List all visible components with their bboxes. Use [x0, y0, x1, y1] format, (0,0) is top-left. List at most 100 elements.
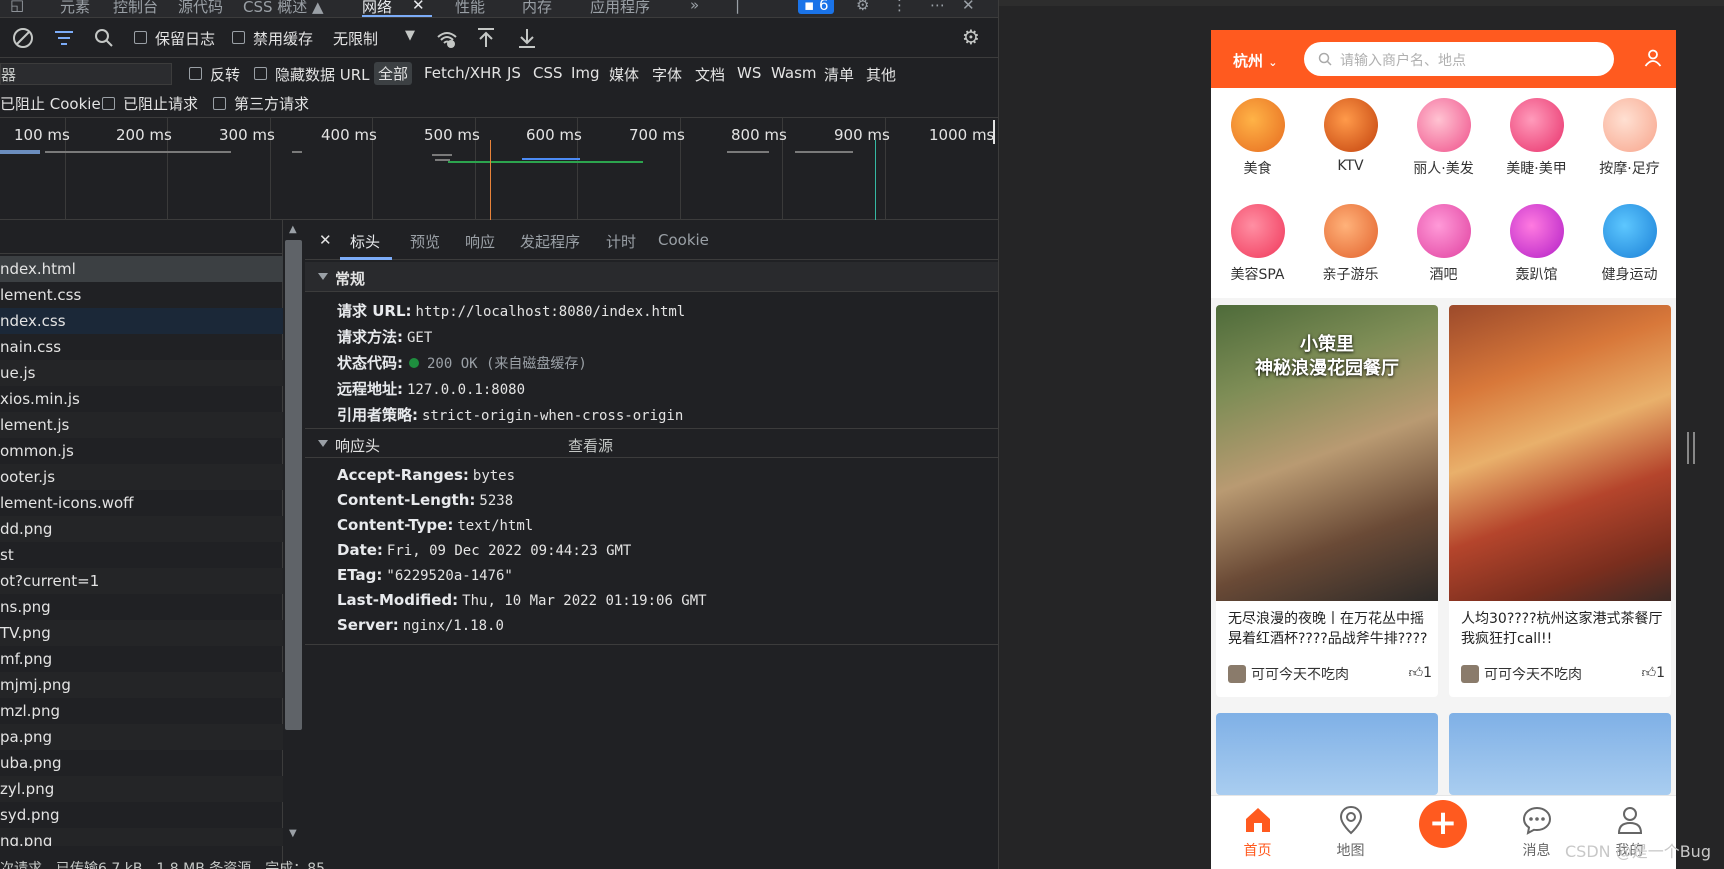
tab-headers[interactable]: 标头: [350, 231, 380, 252]
post-card[interactable]: 人均30????杭州这家港式茶餐厅我疯狂打call!! 可可今天不吃肉 👍︎1: [1449, 305, 1671, 697]
request-row[interactable]: ommon.js: [0, 438, 283, 464]
category-fitness[interactable]: 健身运动: [1583, 194, 1676, 294]
request-row[interactable]: xios.min.js: [0, 386, 283, 412]
tab-console[interactable]: 控制台: [113, 0, 158, 17]
clear-icon[interactable]: [12, 27, 34, 49]
filter-type-manifest[interactable]: 清单: [824, 64, 854, 85]
category-nails[interactable]: 美睫·美甲: [1490, 88, 1583, 188]
export-har-icon[interactable]: [517, 27, 537, 49]
import-har-icon[interactable]: [476, 27, 496, 49]
network-settings-icon[interactable]: ⚙: [962, 27, 980, 47]
close-tab-icon[interactable]: ✕: [412, 0, 425, 14]
search-input[interactable]: 请输入商户名、地点: [1304, 42, 1614, 76]
filter-type-all[interactable]: 全部: [374, 62, 413, 85]
tab-home[interactable]: 首页: [1211, 796, 1304, 869]
request-row[interactable]: lement.js: [0, 412, 283, 438]
request-row[interactable]: zyl.png: [0, 776, 283, 802]
like-button[interactable]: 👍︎1: [1408, 664, 1432, 681]
user-icon[interactable]: [1644, 49, 1662, 67]
filter-type-fetch-xhr[interactable]: Fetch/XHR: [424, 64, 502, 82]
tab-elements[interactable]: 元素: [60, 0, 90, 17]
third-party-checkbox[interactable]: [213, 97, 226, 110]
request-row[interactable]: uba.png: [0, 750, 283, 776]
request-row[interactable]: ooter.js: [0, 464, 283, 490]
tab-initiator[interactable]: 发起程序: [520, 231, 580, 252]
request-row[interactable]: ot?current=1: [0, 568, 283, 594]
throttling-select[interactable]: 无限制: [333, 28, 378, 49]
request-row[interactable]: ng.png: [0, 828, 283, 846]
chevron-down-icon[interactable]: ▼: [405, 28, 415, 43]
category-hair-salon[interactable]: 丽人·美发: [1397, 88, 1490, 188]
filter-type-css[interactable]: CSS: [533, 64, 563, 82]
request-row[interactable]: ndex.html: [0, 256, 283, 282]
filter-type-media[interactable]: 媒体: [609, 64, 639, 85]
category-party[interactable]: 轰趴馆: [1490, 194, 1583, 294]
category-spa[interactable]: 美容SPA: [1211, 194, 1304, 294]
request-row[interactable]: st: [0, 542, 283, 568]
preserve-log-checkbox[interactable]: [134, 31, 147, 44]
disable-cache-checkbox[interactable]: [232, 31, 245, 44]
post-card[interactable]: [1216, 713, 1438, 795]
tab-memory[interactable]: 内存: [522, 0, 552, 17]
close-devtools-icon[interactable]: ✕: [962, 0, 975, 14]
scroll-up-icon[interactable]: ▲: [289, 224, 297, 235]
request-row[interactable]: pa.png: [0, 724, 283, 750]
settings-icon[interactable]: ⚙: [856, 0, 869, 14]
request-row[interactable]: ndex.css: [0, 308, 283, 334]
tab-response[interactable]: 响应: [465, 231, 495, 252]
filter-type-other[interactable]: 其他: [866, 64, 896, 85]
post-card[interactable]: [1449, 713, 1671, 795]
request-row[interactable]: mzl.png: [0, 698, 283, 724]
close-details-icon[interactable]: ✕: [319, 231, 332, 249]
request-row[interactable]: syd.png: [0, 802, 283, 828]
filter-type-ws[interactable]: WS: [737, 64, 761, 82]
filter-icon[interactable]: [54, 29, 74, 47]
more-options-icon[interactable]: ⋯: [930, 0, 945, 14]
request-row[interactable]: dd.png: [0, 516, 283, 542]
post-card[interactable]: 小策里 神秘浪漫花园餐厅 无尽浪漫的夜晚丨在万花丛中摇晃着红酒杯????品战斧牛…: [1216, 305, 1438, 697]
request-row[interactable]: ue.js: [0, 360, 283, 386]
customize-icon[interactable]: ⋮: [892, 0, 907, 14]
hide-data-urls-checkbox[interactable]: [254, 67, 267, 80]
filter-input[interactable]: 器: [0, 63, 172, 85]
city-selector[interactable]: 杭州 ⌄: [1233, 50, 1277, 71]
request-row[interactable]: lement.css: [0, 282, 283, 308]
tab-cookies[interactable]: Cookie: [658, 231, 709, 249]
resize-handle[interactable]: [1687, 432, 1695, 464]
response-headers-section-header[interactable]: 响应头 查看源: [305, 428, 998, 458]
scrollbar-thumb[interactable]: [285, 240, 302, 730]
filter-type-js[interactable]: JS: [507, 64, 521, 82]
category-ktv[interactable]: KTV: [1304, 88, 1397, 188]
request-row[interactable]: nain.css: [0, 334, 283, 360]
tab-preview[interactable]: 预览: [410, 231, 440, 252]
filter-type-wasm[interactable]: Wasm: [771, 64, 817, 82]
invert-checkbox[interactable]: [189, 67, 202, 80]
search-icon[interactable]: [94, 28, 114, 48]
view-source-link[interactable]: 查看源: [568, 435, 613, 456]
request-row[interactable]: mf.png: [0, 646, 283, 672]
category-family[interactable]: 亲子游乐: [1304, 194, 1397, 294]
filter-type-img[interactable]: Img: [571, 64, 600, 82]
blocked-requests-checkbox[interactable]: [102, 97, 115, 110]
tab-timing[interactable]: 计时: [606, 231, 636, 252]
elements-icon[interactable]: ◱: [10, 0, 24, 14]
request-row[interactable]: mjmj.png: [0, 672, 283, 698]
issues-badge[interactable]: ▪ 6: [798, 0, 835, 14]
filter-type-doc[interactable]: 文档: [695, 64, 725, 85]
request-row[interactable]: ns.png: [0, 594, 283, 620]
tab-performance[interactable]: 性能: [455, 0, 485, 17]
like-button[interactable]: 👍︎1: [1641, 664, 1665, 681]
request-row[interactable]: lement-icons.woff: [0, 490, 283, 516]
filter-type-font[interactable]: 字体: [652, 64, 682, 85]
tab-publish[interactable]: +: [1397, 796, 1490, 869]
network-overview-timeline[interactable]: 100 ms 200 ms 300 ms 400 ms 500 ms 600 m…: [0, 118, 998, 220]
network-conditions-icon[interactable]: [436, 28, 458, 50]
more-tabs-icon[interactable]: »: [690, 0, 699, 14]
tab-application[interactable]: 应用程序: [590, 0, 650, 17]
tab-sources[interactable]: 源代码: [178, 0, 223, 17]
category-food[interactable]: 美食: [1211, 88, 1304, 188]
category-massage[interactable]: 按摩·足疗: [1583, 88, 1676, 188]
category-bar[interactable]: 酒吧: [1397, 194, 1490, 294]
general-section-header[interactable]: 常规: [305, 262, 998, 292]
tab-map[interactable]: 地图: [1304, 796, 1397, 869]
